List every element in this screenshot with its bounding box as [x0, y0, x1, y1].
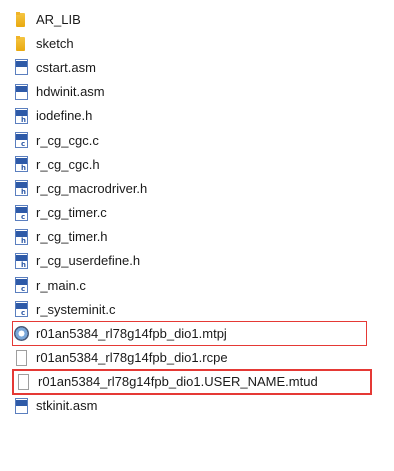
- file-name: r01an5384_rl78g14fpb_dio1.mtpj: [36, 326, 227, 342]
- file-item-r-cg-macrodriver-h[interactable]: h r_cg_macrodriver.h: [12, 176, 390, 200]
- file-name: r_systeminit.c: [36, 301, 116, 317]
- file-name: r_main.c: [36, 277, 86, 293]
- c-file-icon: c: [12, 300, 30, 318]
- file-name: hdwinit.asm: [36, 84, 105, 100]
- file-name: AR_LIB: [36, 11, 81, 27]
- file-item-cstart-asm[interactable]: cstart.asm: [12, 55, 390, 79]
- folder-icon: [12, 34, 30, 52]
- folder-item-sketch[interactable]: sketch: [12, 31, 390, 55]
- file-item-r-cg-cgc-c[interactable]: c r_cg_cgc.c: [12, 128, 390, 152]
- project-file-icon: [12, 325, 30, 343]
- asm-file-icon: [12, 83, 30, 101]
- file-item-rcpe[interactable]: r01an5384_rl78g14fpb_dio1.rcpe: [12, 346, 390, 370]
- file-item-r-cg-cgc-h[interactable]: h r_cg_cgc.h: [12, 152, 390, 176]
- file-item-r-cg-userdefine-h[interactable]: h r_cg_userdefine.h: [12, 249, 390, 273]
- file-item-mtpj-highlighted[interactable]: r01an5384_rl78g14fpb_dio1.mtpj: [12, 321, 367, 346]
- file-name: r_cg_timer.h: [36, 229, 108, 245]
- header-file-icon: h: [12, 179, 30, 197]
- header-file-icon: h: [12, 228, 30, 246]
- header-file-icon: h: [12, 252, 30, 270]
- header-file-icon: h: [12, 107, 30, 125]
- file-name: sketch: [36, 35, 74, 51]
- file-name: cstart.asm: [36, 59, 96, 75]
- file-item-r-cg-timer-c[interactable]: c r_cg_timer.c: [12, 201, 390, 225]
- file-name: r_cg_cgc.c: [36, 132, 99, 148]
- file-item-hdwinit-asm[interactable]: hdwinit.asm: [12, 80, 390, 104]
- file-list: AR_LIB sketch cstart.asm hdwinit.asm h i…: [12, 7, 390, 418]
- file-name: r_cg_userdefine.h: [36, 253, 141, 269]
- asm-file-icon: [12, 58, 30, 76]
- header-file-icon: h: [12, 155, 30, 173]
- file-item-mtud-highlighted[interactable]: r01an5384_rl78g14fpb_dio1.USER_NAME.mtud: [12, 368, 372, 395]
- blank-file-icon: [14, 373, 32, 391]
- file-name: stkinit.asm: [36, 398, 98, 414]
- file-name: iodefine.h: [36, 108, 93, 124]
- file-item-stkinit-asm[interactable]: stkinit.asm: [12, 394, 390, 418]
- file-name: r_cg_cgc.h: [36, 156, 100, 172]
- blank-file-icon: [12, 349, 30, 367]
- c-file-icon: c: [12, 276, 30, 294]
- c-file-icon: c: [12, 131, 30, 149]
- file-item-r-cg-timer-h[interactable]: h r_cg_timer.h: [12, 225, 390, 249]
- file-name: r_cg_macrodriver.h: [36, 180, 148, 196]
- asm-file-icon: [12, 397, 30, 415]
- file-name: r_cg_timer.c: [36, 205, 107, 221]
- folder-icon: [12, 10, 30, 28]
- file-name: r01an5384_rl78g14fpb_dio1.USER_NAME.mtud: [38, 374, 318, 390]
- file-item-iodefine-h[interactable]: h iodefine.h: [12, 104, 390, 128]
- c-file-icon: c: [12, 204, 30, 222]
- file-item-r-systeminit-c[interactable]: c r_systeminit.c: [12, 297, 390, 321]
- file-name: r01an5384_rl78g14fpb_dio1.rcpe: [36, 350, 228, 366]
- folder-item-ar-lib[interactable]: AR_LIB: [12, 7, 390, 31]
- file-item-r-main-c[interactable]: c r_main.c: [12, 273, 390, 297]
